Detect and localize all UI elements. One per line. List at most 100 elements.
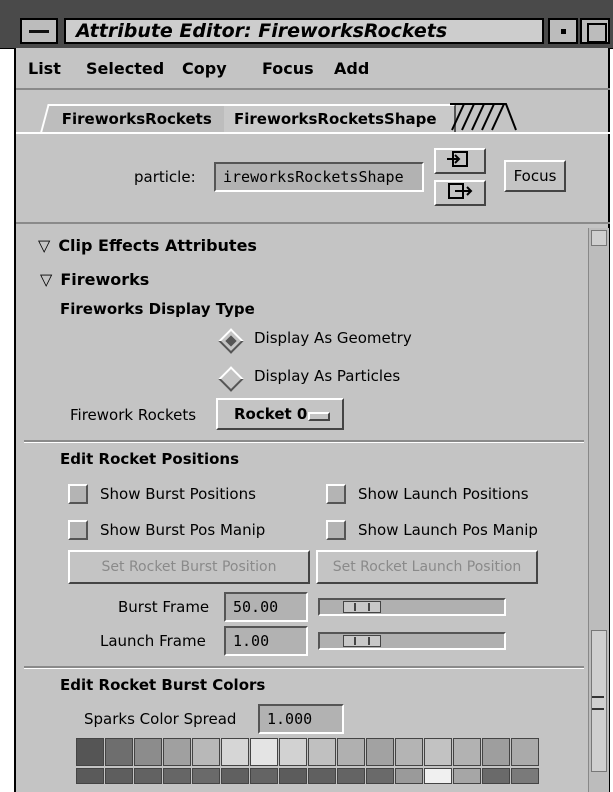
minimize-button[interactable] [548, 18, 578, 44]
color-swatch[interactable] [192, 768, 220, 784]
particle-name-field[interactable]: ireworksRocketsShape [214, 162, 424, 192]
output-connection-button[interactable] [434, 180, 486, 206]
color-swatch[interactable] [279, 768, 307, 784]
section-divider [24, 666, 584, 669]
color-swatch[interactable] [337, 738, 365, 766]
color-swatch[interactable] [453, 768, 481, 784]
color-swatch[interactable] [221, 768, 249, 784]
burst-color-swatches [76, 738, 554, 792]
color-swatch[interactable] [163, 738, 191, 766]
color-swatch[interactable] [366, 738, 394, 766]
set-burst-position-button[interactable]: Set Rocket Burst Position [68, 550, 310, 584]
attributes-scroll-panel: ▽ Clip Effects Attributes ▽ Fireworks Fire… [16, 222, 610, 792]
menu-list[interactable]: List [28, 59, 61, 78]
color-swatch[interactable] [134, 768, 162, 784]
window-menu-button[interactable] [20, 18, 58, 44]
color-swatch[interactable] [76, 738, 104, 766]
show-burst-pos-manip-checkbox[interactable] [68, 520, 88, 540]
color-swatch[interactable] [250, 738, 278, 766]
color-swatch[interactable] [105, 738, 133, 766]
clip-effects-header[interactable]: ▽ Clip Effects Attributes [38, 236, 257, 255]
fireworks-header[interactable]: ▽ Fireworks [40, 270, 149, 289]
color-swatch[interactable] [250, 768, 278, 784]
show-launch-pos-manip-label: Show Launch Pos Manip [358, 521, 538, 539]
color-swatch[interactable] [453, 738, 481, 766]
color-swatch[interactable] [308, 768, 336, 784]
show-burst-positions-label: Show Burst Positions [100, 485, 256, 503]
show-launch-pos-manip-checkbox[interactable] [326, 520, 346, 540]
tab-divider [16, 132, 610, 134]
title-bar[interactable]: Attribute Editor: FireworksRockets [0, 0, 613, 49]
color-swatch[interactable] [424, 768, 452, 784]
display-particles-radio[interactable] [218, 366, 244, 392]
color-swatch[interactable] [482, 738, 510, 766]
color-swatch[interactable] [192, 738, 220, 766]
sparks-color-spread-field[interactable]: 1.000 [258, 704, 344, 734]
color-swatch[interactable] [279, 738, 307, 766]
maximize-button[interactable] [580, 18, 610, 44]
collapse-triangle-icon: ▽ [38, 236, 51, 255]
menu-selected[interactable]: Selected [86, 59, 164, 78]
color-swatch[interactable] [424, 738, 452, 766]
input-connection-icon [447, 151, 468, 167]
option-menu-icon [308, 412, 330, 421]
clip-effects-label: Clip Effects Attributes [58, 236, 257, 255]
tab-overflow-icon[interactable] [448, 102, 518, 132]
sparks-color-spread-label: Sparks Color Spread [84, 710, 237, 728]
color-swatch[interactable] [76, 768, 104, 784]
color-swatch[interactable] [482, 768, 510, 784]
node-name-row: particle: ireworksRocketsShape Focus [16, 144, 610, 234]
tab-fireworks-rockets-shape[interactable]: FireworksRocketsShape [224, 104, 456, 132]
window-title: Attribute Editor: FireworksRockets [64, 18, 544, 44]
burst-frame-slider-thumb[interactable] [343, 601, 381, 613]
color-swatch[interactable] [221, 738, 249, 766]
color-swatch[interactable] [395, 768, 423, 784]
color-swatch[interactable] [511, 768, 539, 784]
color-swatch[interactable] [337, 768, 365, 784]
color-swatch[interactable] [105, 768, 133, 784]
launch-frame-field[interactable]: 1.00 [224, 626, 308, 656]
edit-positions-heading: Edit Rocket Positions [60, 450, 239, 468]
fireworks-label: Fireworks [60, 270, 150, 289]
firework-rockets-label: Firework Rockets [70, 406, 197, 424]
burst-frame-slider[interactable] [318, 598, 506, 616]
output-connection-icon [448, 183, 473, 199]
color-swatch[interactable] [163, 768, 191, 784]
show-burst-pos-manip-label: Show Burst Pos Manip [100, 521, 266, 539]
display-geometry-label: Display As Geometry [254, 329, 412, 347]
color-swatch[interactable] [308, 738, 336, 766]
menu-copy[interactable]: Copy [182, 59, 227, 78]
section-divider [24, 440, 584, 443]
color-swatch[interactable] [134, 738, 162, 766]
focus-button[interactable]: Focus [504, 160, 566, 192]
menu-add[interactable]: Add [334, 59, 369, 78]
show-burst-positions-checkbox[interactable] [68, 484, 88, 504]
color-swatch[interactable] [395, 738, 423, 766]
burst-frame-field[interactable]: 50.00 [224, 592, 308, 622]
menu-bar: List Selected Copy Focus Add [16, 48, 610, 90]
set-launch-position-button[interactable]: Set Rocket Launch Position [316, 550, 538, 584]
color-swatch[interactable] [366, 768, 394, 784]
display-geometry-radio[interactable] [218, 328, 244, 354]
firework-rockets-menu[interactable]: Rocket 0 [216, 398, 344, 430]
menu-focus[interactable]: Focus [262, 59, 314, 78]
launch-frame-slider-thumb[interactable] [343, 635, 381, 647]
edit-colors-heading: Edit Rocket Burst Colors [60, 676, 266, 694]
show-launch-positions-checkbox[interactable] [326, 484, 346, 504]
display-particles-label: Display As Particles [254, 367, 401, 385]
attribute-editor-window: Attribute Editor: FireworksRockets List … [0, 0, 613, 792]
firework-rockets-value: Rocket 0 [234, 405, 308, 423]
scrollbar-grip-icon [592, 696, 604, 710]
show-launch-positions-label: Show Launch Positions [358, 485, 529, 503]
particle-label: particle: [134, 168, 196, 186]
color-swatch[interactable] [511, 738, 539, 766]
launch-frame-slider[interactable] [318, 632, 506, 650]
display-type-heading: Fireworks Display Type [60, 300, 255, 318]
vertical-scrollbar[interactable] [588, 228, 609, 792]
editor-body: List Selected Copy Focus Add FireworksRo… [14, 48, 610, 792]
input-connection-button[interactable] [434, 148, 486, 174]
scroll-up-arrow-icon[interactable] [591, 230, 607, 246]
tab-fireworks-rockets[interactable]: FireworksRockets [40, 104, 238, 132]
launch-frame-label: Launch Frame [100, 632, 206, 650]
collapse-triangle-icon: ▽ [40, 270, 53, 289]
